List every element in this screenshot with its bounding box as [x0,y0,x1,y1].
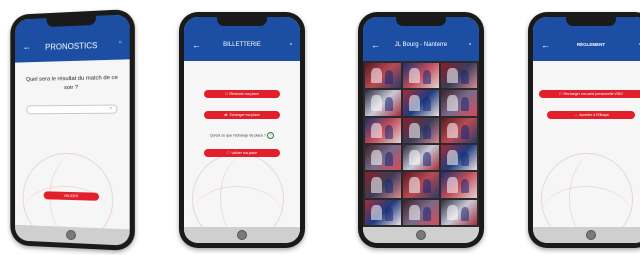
trash-icon[interactable]: ▫ [290,41,292,48]
back-arrow-icon[interactable]: ← [541,40,550,50]
access-account-button[interactable]: → Accéder à l'Elikaya [547,111,635,119]
reserve-seat-label: Réserver ma place [230,92,259,96]
photo-thumbnail[interactable] [441,172,477,197]
chevron-down-icon: ⌄ [108,104,113,111]
access-account-label: Accéder à l'Elikaya [579,113,608,117]
bottom-bar [533,227,640,243]
exchange-help-text: Qu'est ce que l'échange de place ?? [188,132,296,139]
photo-thumbnail[interactable] [403,172,439,197]
exchange-seat-button[interactable]: ⇄ Echanger ma place [204,111,280,119]
back-arrow-icon[interactable]: ← [371,40,380,50]
photo-thumbnail[interactable] [365,200,401,225]
home-button-icon[interactable] [66,230,76,240]
photo-thumbnail[interactable] [403,200,439,225]
content-area: □ Recharger ma carte personnelle VISO → Ac… [533,61,640,227]
back-arrow-icon[interactable]: ← [192,40,201,50]
recharge-card-label: Recharger ma carte personnelle VISO [564,92,623,96]
photo-thumbnail[interactable] [365,90,401,115]
phone-gallery: ← JL Bourg - Nanterre ▫ [358,12,484,248]
page-title: RÉGLEMENT [551,42,631,47]
content-area: □ Réserver ma place ⇄ Echanger ma place Qu… [184,61,300,227]
photo-thumbnail[interactable] [441,200,477,225]
page-title: BILLETTERIE [202,42,282,48]
validate-seat-button[interactable]: □ Valider ma place [204,149,280,157]
photo-thumbnail[interactable] [403,63,439,88]
photo-grid [363,61,479,227]
photo-thumbnail[interactable] [365,172,401,197]
phone-screen: ← JL Bourg - Nanterre ▫ [363,17,479,243]
exchange-help-label: Qu'est ce que l'échange de place ? [210,133,266,137]
photo-thumbnail[interactable] [441,63,477,88]
phone-screen: ← RÉGLEMENT ▫ □ Recharger ma carte person… [533,17,640,243]
submit-button[interactable]: VALIDER [44,191,99,201]
phone-reglement: ← RÉGLEMENT ▫ □ Recharger ma carte person… [528,12,640,248]
photo-thumbnail[interactable] [403,145,439,170]
photo-thumbnail[interactable] [365,145,401,170]
phone-screen: ← PRONOSTICS ▫ Quel sera le résultat du … [15,14,130,246]
photo-thumbnail[interactable] [441,145,477,170]
home-button-icon[interactable] [586,230,596,240]
home-button-icon[interactable] [416,230,426,240]
validate-seat-label: Valider ma place [231,151,257,155]
bottom-bar [184,227,300,243]
phone-notch [47,15,96,27]
photo-thumbnail[interactable] [441,90,477,115]
phone-notch [217,16,267,26]
phone-notch [566,16,616,26]
phone-pronostics: ← PRONOSTICS ▫ Quel sera le résultat du … [10,9,135,251]
result-select[interactable]: ⌄ [26,105,117,115]
ticket-icon: □ [225,91,227,96]
page-title: JL Bourg - Nanterre [381,42,461,48]
reserve-seat-button[interactable]: □ Réserver ma place [204,90,280,98]
phone-billetterie: ← BILLETTERIE ▫ □ Réserver ma place ⇄ Echa… [179,12,305,248]
back-arrow-icon[interactable]: ← [23,41,32,51]
photo-thumbnail[interactable] [403,90,439,115]
link-icon: → [573,112,577,117]
prediction-question: Quel sera le résultat du match de ce soi… [23,74,122,94]
help-circle-icon[interactable]: ? [267,132,274,139]
check-ticket-icon: □ [227,150,229,155]
phone-notch [396,16,446,26]
bottom-bar [363,227,479,243]
photo-thumbnail[interactable] [365,63,401,88]
phone-screen: ← BILLETTERIE ▫ □ Réserver ma place ⇄ Echa… [184,17,300,243]
bottom-bar [15,225,130,246]
trash-icon[interactable]: ▫ [469,41,471,48]
content-area: Quel sera le résultat du match de ce soi… [15,59,130,229]
swap-icon: ⇄ [224,112,227,117]
exchange-seat-label: Echanger ma place [230,113,260,117]
photo-thumbnail[interactable] [403,118,439,143]
trash-icon[interactable]: ▫ [119,39,122,46]
card-icon: □ [559,91,561,96]
recharge-card-button[interactable]: □ Recharger ma carte personnelle VISO [539,90,640,98]
home-button-icon[interactable] [237,230,247,240]
page-title: PRONOSTICS [32,41,111,53]
photo-thumbnail[interactable] [441,118,477,143]
photo-thumbnail[interactable] [365,118,401,143]
